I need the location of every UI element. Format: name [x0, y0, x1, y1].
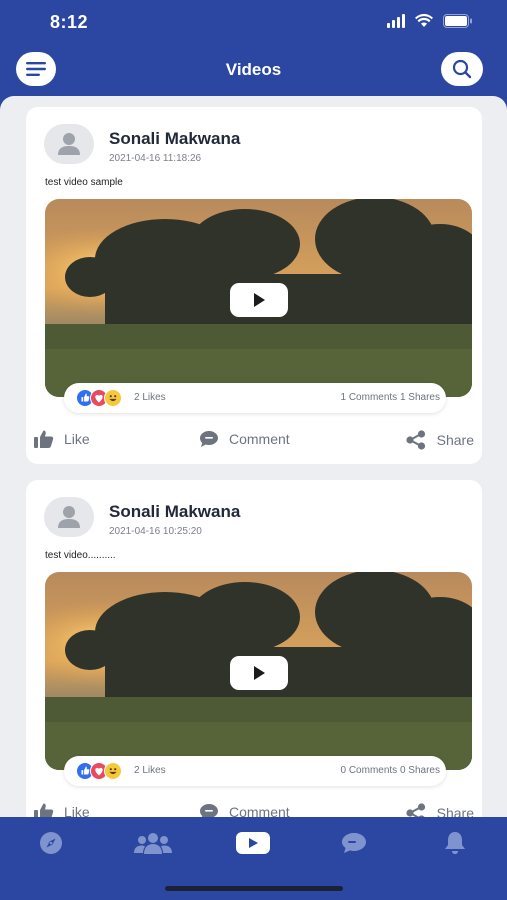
play-icon — [254, 293, 265, 307]
post-caption: test video.......... — [45, 550, 116, 561]
video-thumbnail[interactable] — [45, 572, 472, 770]
video-post-card: Sonali Makwana 2021-04-16 10:25:20 test … — [26, 480, 482, 817]
app-header: Videos — [0, 46, 507, 98]
post-timestamp: 2021-04-16 11:18:26 — [109, 153, 202, 164]
comments-shares-count[interactable]: 1 Comments 1 Shares — [341, 392, 441, 403]
comment-label: Comment — [229, 804, 290, 817]
comment-icon — [200, 804, 218, 817]
play-button[interactable] — [230, 656, 288, 690]
play-icon — [254, 666, 265, 680]
share-label: Share — [436, 432, 474, 448]
share-button[interactable]: Share — [405, 803, 474, 817]
status-bar: 8:12 — [0, 0, 507, 46]
wifi-icon — [415, 14, 433, 27]
share-icon — [406, 430, 425, 450]
nav-chat[interactable] — [341, 831, 367, 855]
post-timestamp: 2021-04-16 10:25:20 — [109, 526, 202, 537]
avatar[interactable] — [44, 497, 94, 537]
laugh-reaction-icon — [104, 762, 122, 780]
comment-label: Comment — [229, 431, 290, 447]
share-button[interactable]: Share — [405, 430, 474, 450]
search-button[interactable] — [441, 52, 483, 86]
status-time: 8:12 — [50, 12, 89, 32]
video-post-card: Sonali Makwana 2021-04-16 11:18:26 test … — [26, 107, 482, 464]
search-icon — [452, 59, 472, 79]
video-feed[interactable]: Sonali Makwana 2021-04-16 11:18:26 test … — [0, 96, 507, 817]
comment-icon — [200, 431, 218, 447]
post-stats-bar: 2 Likes 1 Comments 1 Shares — [64, 383, 446, 413]
thumbs-up-icon — [34, 430, 54, 448]
comment-button[interactable]: Comment — [199, 430, 290, 448]
likes-count[interactable]: 2 Likes — [134, 392, 166, 403]
laugh-reaction-icon — [104, 389, 122, 407]
shares-count: 1 Shares — [399, 392, 440, 403]
comments-shares-count[interactable]: 0 Comments 0 Shares — [341, 765, 441, 776]
avatar[interactable] — [44, 124, 94, 164]
signal-icon — [387, 14, 405, 28]
comments-count: 0 Comments — [340, 765, 398, 776]
like-button[interactable]: Like — [34, 803, 90, 817]
likes-count[interactable]: 2 Likes — [134, 765, 166, 776]
comment-button[interactable]: Comment — [199, 803, 290, 817]
post-stats-bar: 2 Likes 0 Comments 0 Shares — [64, 756, 446, 786]
like-button[interactable]: Like — [34, 430, 90, 448]
status-icons — [387, 14, 473, 28]
comments-count: 1 Comments — [340, 392, 398, 403]
reaction-icons[interactable] — [76, 762, 128, 780]
nav-videos[interactable] — [236, 831, 270, 855]
post-caption: test video sample — [45, 177, 123, 188]
battery-icon — [443, 14, 472, 28]
share-icon — [406, 803, 425, 817]
youtube-play-icon — [236, 832, 270, 854]
home-indicator — [165, 886, 343, 891]
share-label: Share — [436, 805, 474, 817]
post-author[interactable]: Sonali Makwana — [109, 129, 240, 149]
nav-notifications[interactable] — [444, 831, 466, 855]
like-label: Like — [64, 804, 90, 817]
thumbs-up-icon — [34, 803, 54, 817]
reaction-icons[interactable] — [76, 389, 128, 407]
post-author[interactable]: Sonali Makwana — [109, 502, 240, 522]
user-placeholder-icon — [58, 133, 80, 155]
play-button[interactable] — [230, 283, 288, 317]
group-icon — [134, 833, 172, 854]
nav-groups[interactable] — [134, 831, 172, 855]
user-placeholder-icon — [58, 506, 80, 528]
shares-count: 0 Shares — [399, 765, 440, 776]
bell-icon — [445, 832, 465, 854]
like-label: Like — [64, 431, 90, 447]
chat-icon — [342, 833, 366, 853]
nav-explore[interactable] — [38, 831, 64, 855]
compass-icon — [40, 832, 62, 854]
page-title: Videos — [225, 60, 282, 79]
video-thumbnail[interactable] — [45, 199, 472, 397]
